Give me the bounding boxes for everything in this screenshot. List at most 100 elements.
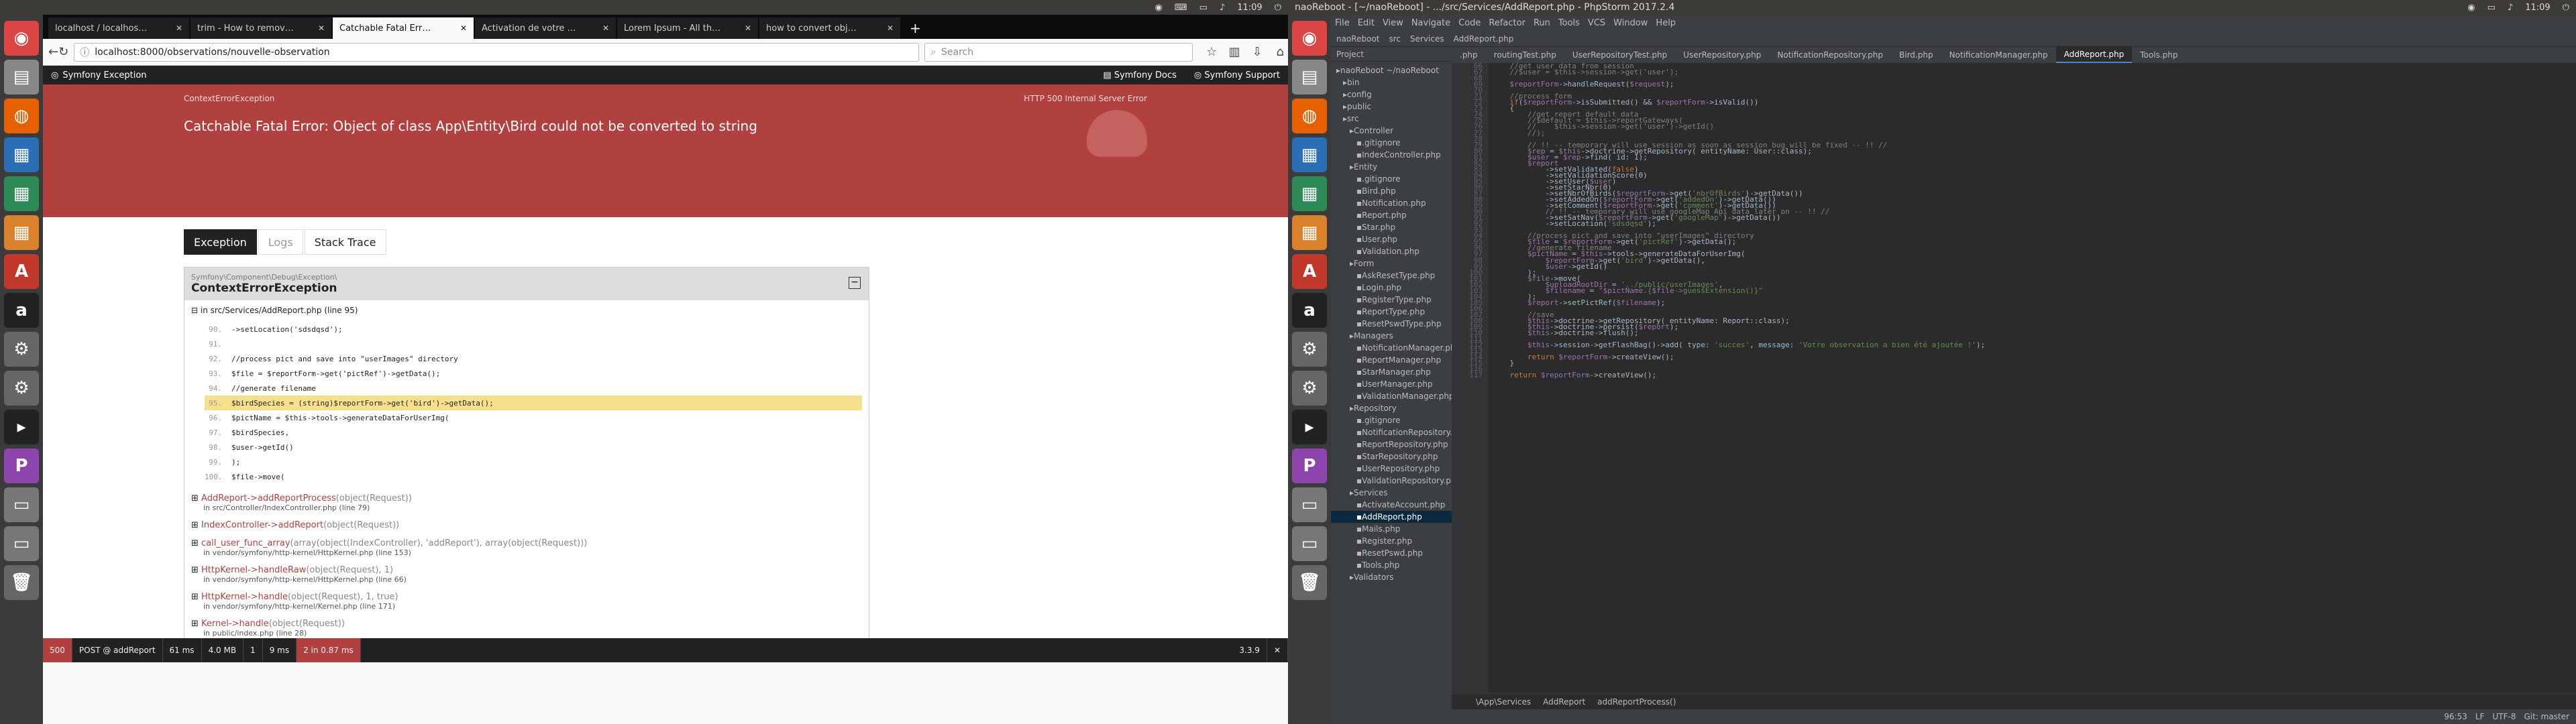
breadcrumb-item[interactable]: AddReport.php xyxy=(1454,34,1514,44)
editor-breadcrumb-item[interactable]: addReportProcess() xyxy=(1597,697,1676,707)
editor-breadcrumb-item[interactable]: \App\Services xyxy=(1476,697,1531,707)
exception-location[interactable]: ⊟ in src/Services/AddReport.php (line 95… xyxy=(191,306,862,315)
trace-entry[interactable]: ⊞ HttpKernel->handle(object(Request), 1,… xyxy=(191,592,862,611)
menu-file[interactable]: File xyxy=(1335,18,1350,28)
tree-item[interactable]: ▪ UserManager.php xyxy=(1331,378,1452,390)
editor-breadcrumb-item[interactable]: AddReport xyxy=(1543,697,1585,707)
code-area[interactable]: //get user data from session //$user = $… xyxy=(1492,62,2576,693)
tab-stack-trace[interactable]: Stack Trace xyxy=(304,229,386,255)
files-icon[interactable]: ▤ xyxy=(4,60,39,95)
expand-icon[interactable]: ⊞ xyxy=(191,538,201,548)
tree-item[interactable]: ▸ Managers xyxy=(1331,330,1452,342)
status-item[interactable]: LF xyxy=(2475,712,2485,721)
toolbar-status[interactable]: 500 xyxy=(43,638,72,662)
trace-entry[interactable]: ⊞ HttpKernel->handleRaw(object(Request),… xyxy=(191,565,862,584)
tree-item[interactable]: ▪ ResetPswd.php xyxy=(1331,547,1452,559)
expand-icon[interactable]: ⊞ xyxy=(191,592,201,602)
wifi-icon[interactable]: ◉ xyxy=(2467,3,2475,13)
close-icon[interactable]: ✕ xyxy=(456,23,467,33)
writer-icon[interactable]: ▦ xyxy=(1292,137,1327,172)
tree-item[interactable]: ▪ ValidationRepository.php xyxy=(1331,475,1461,487)
menu-tools[interactable]: Tools xyxy=(1558,18,1580,28)
tree-item[interactable]: ▪ NotificationManager.php xyxy=(1331,342,1460,354)
menu-navigate[interactable]: Navigate xyxy=(1411,18,1450,28)
files-icon[interactable]: ▤ xyxy=(1292,60,1327,95)
tree-item[interactable]: ▪ StarManager.php xyxy=(1331,366,1452,378)
tree-item[interactable]: ▪ AskResetType.php xyxy=(1331,269,1452,282)
expand-icon[interactable]: ⊞ xyxy=(191,565,201,575)
tree-item[interactable]: ▸ naoReboot ~/naoReboot xyxy=(1331,64,1452,76)
star-icon[interactable]: ☆ xyxy=(1202,43,1221,62)
trace-entry[interactable]: ⊞ call_user_func_array(array(object(Inde… xyxy=(191,538,862,557)
drive2-icon[interactable]: ▭ xyxy=(4,526,39,561)
tree-item[interactable]: ▸ Entity xyxy=(1331,161,1452,173)
toolbar-e2[interactable]: 9 ms xyxy=(263,638,297,662)
tree-item[interactable]: ▪ ReportManager.php xyxy=(1331,354,1452,366)
settings-icon[interactable]: ⚙ xyxy=(4,332,39,367)
trash-icon[interactable]: 🗑 xyxy=(1292,565,1327,600)
volume-icon[interactable]: ♪ xyxy=(1220,3,1225,13)
trace-entry[interactable]: ⊞ AddReport->addReportProcess(object(Req… xyxy=(191,493,862,512)
tree-item[interactable]: ▪ .gitignore xyxy=(1331,173,1452,185)
settings2-icon[interactable]: ⚙ xyxy=(1292,371,1327,406)
toolbar-errors[interactable]: 2 in 0.87 ms xyxy=(297,638,361,662)
editor-tab[interactable]: UserRepositoryTest.php xyxy=(1564,47,1675,63)
search-bar[interactable]: ⌕ Search xyxy=(924,42,1193,62)
browser-tab[interactable]: trim - How to remov… ✕ xyxy=(191,17,331,39)
calc-icon[interactable]: ▦ xyxy=(1292,176,1327,211)
close-icon[interactable]: ✕ xyxy=(314,23,325,33)
clock[interactable]: 11:09 xyxy=(1237,3,1262,13)
trace-entry[interactable]: ⊞ Kernel->handle(object(Request)) in publ… xyxy=(191,619,862,638)
library-icon[interactable]: ▥ xyxy=(1225,43,1244,62)
amazon-icon[interactable]: a xyxy=(1292,293,1327,328)
toolbar-memory[interactable]: 4.0 MB xyxy=(202,638,244,662)
amazon-icon[interactable]: a xyxy=(4,293,39,328)
browser-tab[interactable]: how to convert obj… ✕ xyxy=(759,17,900,39)
phpstorm-icon[interactable]: P xyxy=(4,448,39,483)
menu-help[interactable]: Help xyxy=(1656,18,1676,28)
tree-item[interactable]: ▪ Validation.php xyxy=(1331,245,1452,257)
editor-tab[interactable]: UserRepository.php xyxy=(1675,47,1769,63)
tree-item[interactable]: ▪ ValidationManager.php xyxy=(1331,390,1454,402)
breadcrumb-item[interactable]: src xyxy=(1389,34,1401,44)
trace-entry[interactable]: ⊞ IndexController->addReport(object(Requ… xyxy=(191,520,862,530)
trash-icon[interactable]: 🗑 xyxy=(4,565,39,600)
browser-tab[interactable]: localhost / localhos… ✕ xyxy=(48,17,189,39)
drive-icon[interactable]: ▭ xyxy=(1292,487,1327,522)
toolbar-version[interactable]: 3.3.9 xyxy=(1232,638,1267,662)
battery-icon[interactable]: ▭ xyxy=(2487,3,2496,13)
expand-icon[interactable]: ⊞ xyxy=(191,493,201,503)
trace-function[interactable]: AddReport->addReportProcess xyxy=(201,493,336,503)
tree-item[interactable]: ▪ UserRepository.php xyxy=(1331,463,1452,475)
breadcrumb-item[interactable]: naoReboot xyxy=(1336,34,1380,44)
drive2-icon[interactable]: ▭ xyxy=(1292,526,1327,561)
editor-tab[interactable]: NotificationManager.php xyxy=(1941,47,2056,63)
trace-function[interactable]: IndexController->addReport xyxy=(201,520,323,530)
software-icon[interactable]: A xyxy=(4,254,39,289)
power-icon[interactable]: ⏻ xyxy=(2563,3,2569,13)
settings-icon[interactable]: ⚙ xyxy=(1292,332,1327,367)
calc-icon[interactable]: ▦ xyxy=(4,176,39,211)
browser-tab[interactable]: Catchable Fatal Err… ✕ xyxy=(333,17,474,39)
menu-vcs[interactable]: VCS xyxy=(1588,18,1605,28)
editor-tab[interactable]: AddReport.php xyxy=(2055,47,2133,63)
trace-function[interactable]: call_user_func_array xyxy=(201,538,290,548)
writer-icon[interactable]: ▦ xyxy=(4,137,39,172)
editor-tab[interactable]: NotificationRepository.php xyxy=(1769,47,1891,63)
chrome-icon[interactable]: ◉ xyxy=(4,21,39,56)
status-item[interactable]: Git: master xyxy=(2524,712,2569,721)
tree-item[interactable]: ▪ ReportRepository.php xyxy=(1331,438,1452,450)
tree-item[interactable]: ▸ config xyxy=(1331,88,1452,101)
close-icon[interactable]: ✕ xyxy=(741,23,751,33)
firefox-icon[interactable]: ◍ xyxy=(4,99,39,133)
tree-item[interactable]: ▪ ResetPswdType.php xyxy=(1331,318,1452,330)
firefox-icon[interactable]: ◍ xyxy=(1292,99,1327,133)
expand-icon[interactable]: ⊞ xyxy=(191,520,201,530)
terminal-icon[interactable]: ▸ xyxy=(4,410,39,444)
tree-item[interactable]: ▸ Repository xyxy=(1331,402,1452,414)
breadcrumb-item[interactable]: Services xyxy=(1410,34,1444,44)
tree-item[interactable]: ▪ Tools.php xyxy=(1331,559,1452,571)
tree-item[interactable]: ▸ Services xyxy=(1331,487,1452,499)
toolbar-time[interactable]: 61 ms xyxy=(163,638,202,662)
tree-item[interactable]: ▪ ReportType.php xyxy=(1331,306,1452,318)
